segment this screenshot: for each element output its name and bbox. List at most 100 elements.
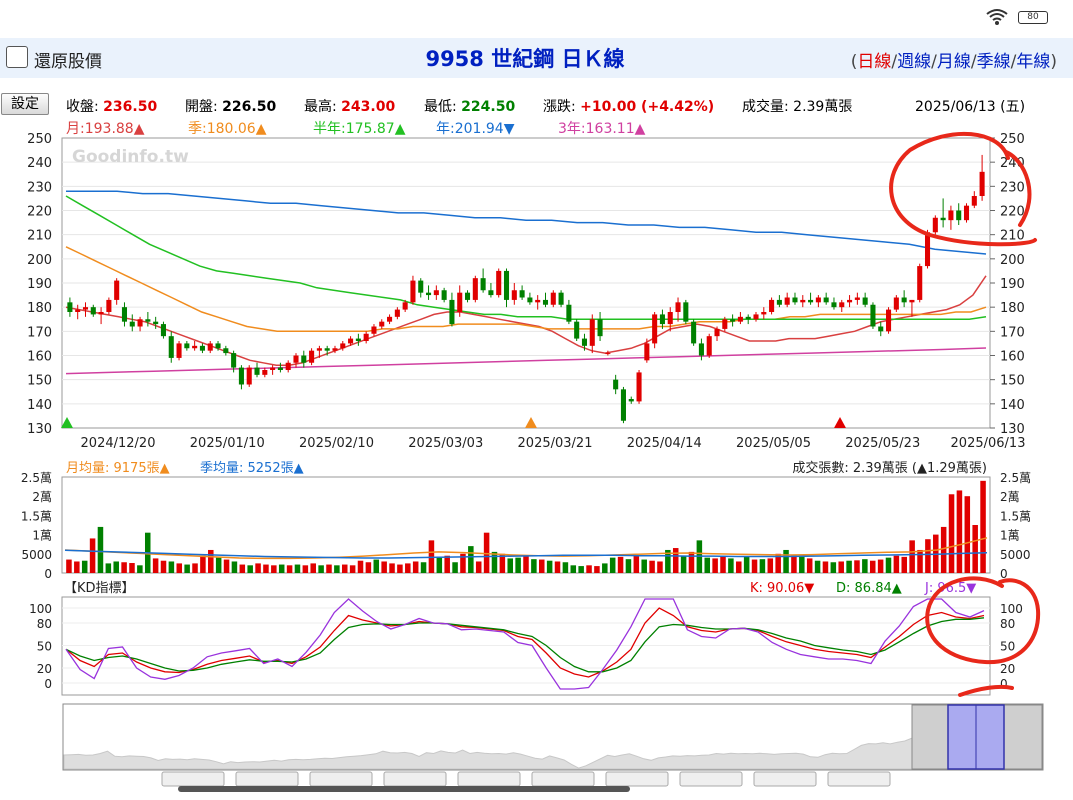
candle-body [503,270,510,300]
kd-axis-tick-right: 80 [1000,617,1015,631]
candle-body [316,348,322,351]
volume-bar [602,563,608,573]
kd-axis-tick-left: 0 [44,677,52,691]
navigator-range-button [383,771,447,787]
candle-body [675,302,681,312]
price-axis-tick-right: 220 [1000,205,1025,220]
candle-body [878,326,884,332]
candle-body [472,278,478,300]
price-axis-tick-left: 190 [27,277,52,292]
price-axis-tick-right: 250 [1000,132,1025,147]
price-axis-tick-left: 140 [27,398,52,413]
candle-body [839,302,845,308]
candle-body [597,319,603,337]
volume-bar [625,559,632,573]
volume-bar [830,562,837,573]
candle-body [628,399,634,402]
range-navigator[interactable] [62,703,1044,787]
navigator-range-button [309,771,373,787]
candle-body [800,299,806,303]
candle-body [698,343,704,356]
candle-body [948,210,954,221]
price-axis-tick-right: 230 [1000,180,1025,195]
chart-canvas: 130 130 140 140 150 150 160 160 170 170 180 180 190 1… [21,131,1044,787]
volume-bar [357,560,364,573]
candle-body [231,353,237,368]
page-scroll-indicator[interactable] [178,786,630,792]
volume-bar [176,563,183,573]
kd-axis-tick-right: 20 [1000,662,1015,676]
volume-bar [66,559,72,573]
date-axis-label: 2025/03/21 [518,436,593,451]
candle-body [82,307,89,310]
candle-body [963,205,970,221]
volume-bar [617,556,624,573]
volume-bar [397,564,403,573]
candle-body [730,319,736,322]
volume-bar [539,559,545,573]
candle-body [332,348,338,351]
candle-body [979,171,985,196]
volume-bar [728,558,734,573]
volume-bar [160,560,167,573]
volume-bar [468,546,474,573]
watermark-text: Goodinfo.tw [72,147,189,167]
volume-bar [680,555,687,573]
volume-bar [263,564,269,573]
kd-legend-d: D: 86.84▲ [836,581,902,596]
candle-body [433,290,439,296]
volume-axis-tick-left: 2萬 [32,490,52,504]
volume-axis-tick-right: 1萬 [1000,529,1020,543]
date-axis-label: 2025/04/14 [627,436,702,451]
volume-bar [168,561,175,573]
candle-body [542,299,549,305]
volume-axis-tick-left: 5000 [21,548,52,562]
candle-body [792,297,798,303]
candle-body [340,343,346,349]
candle-body [464,292,471,300]
date-axis-label: 2025/05/23 [845,436,920,451]
volume-bar [578,566,584,573]
volume-bar [247,565,253,573]
volume-bar [720,555,726,573]
volume-bar [877,559,884,573]
kd-axis-tick-right: 100 [1000,602,1023,616]
candle-body [620,389,626,421]
volume-bar [89,538,96,573]
candle-body [121,307,128,322]
volume-bar [381,561,387,573]
candle-body [402,302,408,310]
price-axis-tick-right: 150 [1000,374,1025,389]
volume-bar [152,558,159,573]
candle-body [613,379,619,390]
navigator-range-button [679,771,743,787]
volume-bar [515,557,521,573]
volume-bar [712,558,718,573]
candle-body [644,343,650,361]
price-axis-tick-left: 150 [27,374,52,389]
volume-axis-tick-right: 2.5萬 [1000,471,1031,485]
volume-bar [586,565,592,573]
volume-axis-tick-left: 0 [44,567,52,581]
candle-body [971,196,977,206]
candle-body [262,370,268,375]
volume-bar [531,559,537,573]
candle-body [527,297,533,303]
price-axis-tick-right: 200 [1000,253,1025,268]
volume-bar [97,526,104,573]
candle-body [847,299,853,303]
candle-body [488,290,494,296]
volume-axis-tick-left: 1萬 [32,529,52,543]
volume-bar [736,561,742,573]
volume-bar [475,561,482,573]
volume-bar [436,556,443,573]
kd-title: 【KD指標】 [64,581,135,596]
volume-bar [964,496,971,573]
volume-bar [231,561,238,573]
candle-body [176,343,182,358]
kd-axis-tick-left: 20 [37,662,52,676]
candle-body [784,297,790,305]
volume-bar [208,549,214,573]
volume-bar [310,563,316,573]
volume-bar [609,557,616,573]
